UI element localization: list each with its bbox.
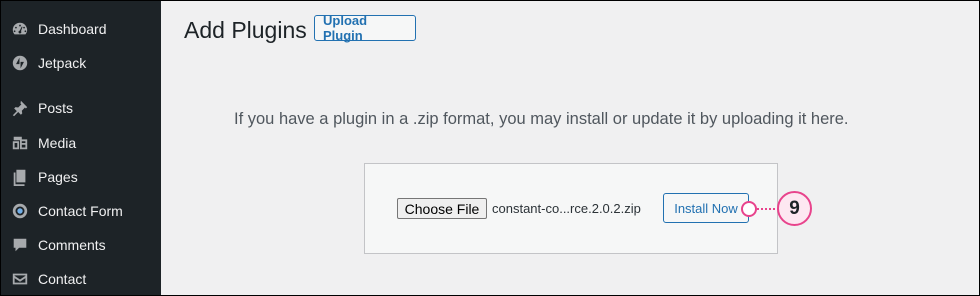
install-now-button[interactable]: Install Now [663, 193, 749, 223]
pin-icon [10, 98, 30, 118]
selected-file-name: constant-co...rce.2.0.2.zip [492, 201, 641, 216]
callout-pointer-ring [741, 201, 757, 217]
sidebar-item-label: Posts [38, 100, 74, 116]
page-title: Add Plugins [184, 17, 307, 43]
upload-plugin-button[interactable]: Upload Plugin [314, 13, 416, 43]
sidebar-item-comments[interactable]: Comments [1, 228, 161, 262]
sidebar-item-pages[interactable]: Pages [1, 160, 161, 194]
comment-icon [10, 235, 30, 255]
sidebar-item-posts[interactable]: Posts [1, 91, 161, 125]
sidebar-item-label: Pages [38, 169, 78, 185]
sidebar-item-label: Media [38, 135, 77, 151]
wp-admin-window: Dashboard Jetpack Posts Media Pages Cont… [0, 0, 980, 296]
sidebar-item-label: Dashboard [38, 21, 107, 37]
sidebar-item-contact-form[interactable]: Contact Form [1, 194, 161, 228]
media-icon [10, 133, 30, 153]
sidebar-item-label: Jetpack [38, 55, 87, 71]
choose-file-button[interactable]: Choose File [397, 198, 487, 219]
upload-plugin-form: Choose File constant-co...rce.2.0.2.zip … [364, 163, 778, 254]
sidebar-item-label: Comments [38, 237, 106, 253]
email-icon [10, 269, 30, 289]
sidebar-item-media[interactable]: Media [1, 126, 161, 160]
callout-connector [757, 208, 779, 210]
sidebar-item-contact[interactable]: Contact [1, 262, 161, 295]
dashboard-icon [10, 19, 30, 39]
sidebar-item-label: Contact [38, 271, 87, 287]
admin-sidebar: Dashboard Jetpack Posts Media Pages Cont… [1, 1, 161, 295]
sidebar-item-jetpack[interactable]: Jetpack [1, 46, 161, 80]
sidebar-item-label: Contact Form [38, 203, 123, 219]
step-number-badge: 9 [777, 191, 812, 226]
sidebar-item-dashboard[interactable]: Dashboard [1, 12, 161, 46]
jetpack-icon [10, 53, 30, 73]
pages-icon [10, 167, 30, 187]
upload-help-text: If you have a plugin in a .zip format, y… [234, 110, 849, 128]
contact-form-icon [10, 201, 30, 221]
